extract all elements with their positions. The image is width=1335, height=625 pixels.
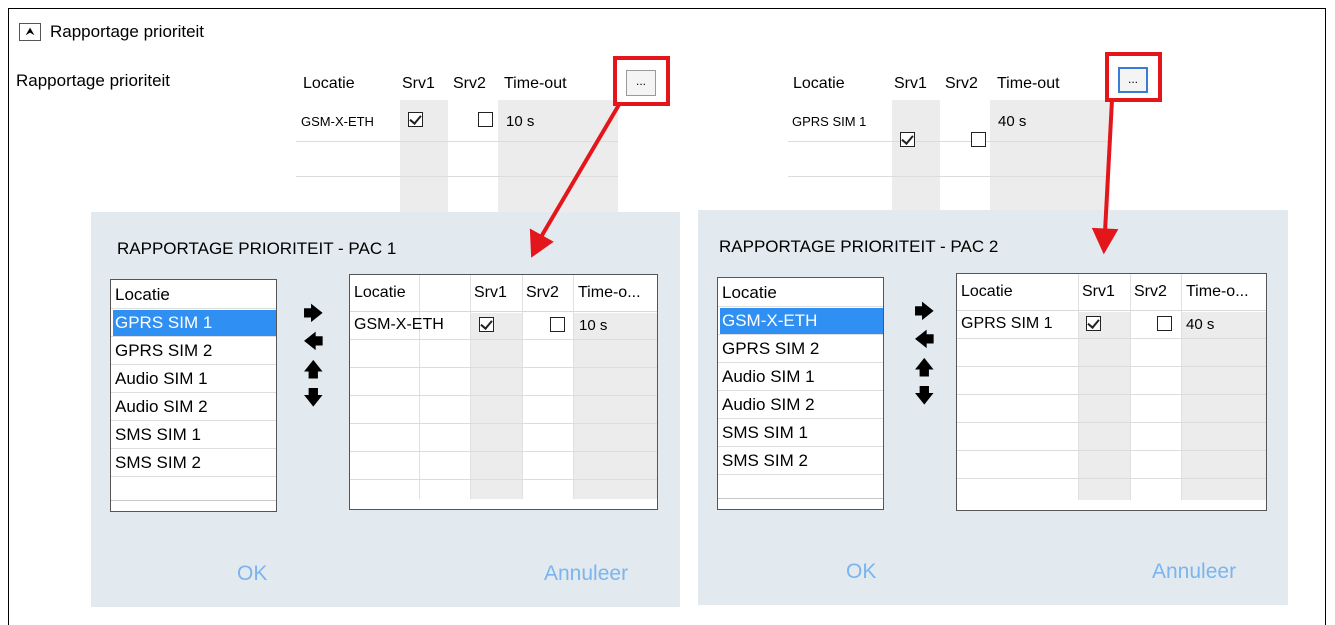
- annotation-arrowhead: [529, 228, 554, 258]
- annotation-arrow-line: [539, 101, 622, 239]
- annotation-arrows: [529, 99, 1119, 258]
- annotation-arrow-line: [1103, 99, 1114, 233]
- annotation-arrowhead: [1091, 227, 1119, 255]
